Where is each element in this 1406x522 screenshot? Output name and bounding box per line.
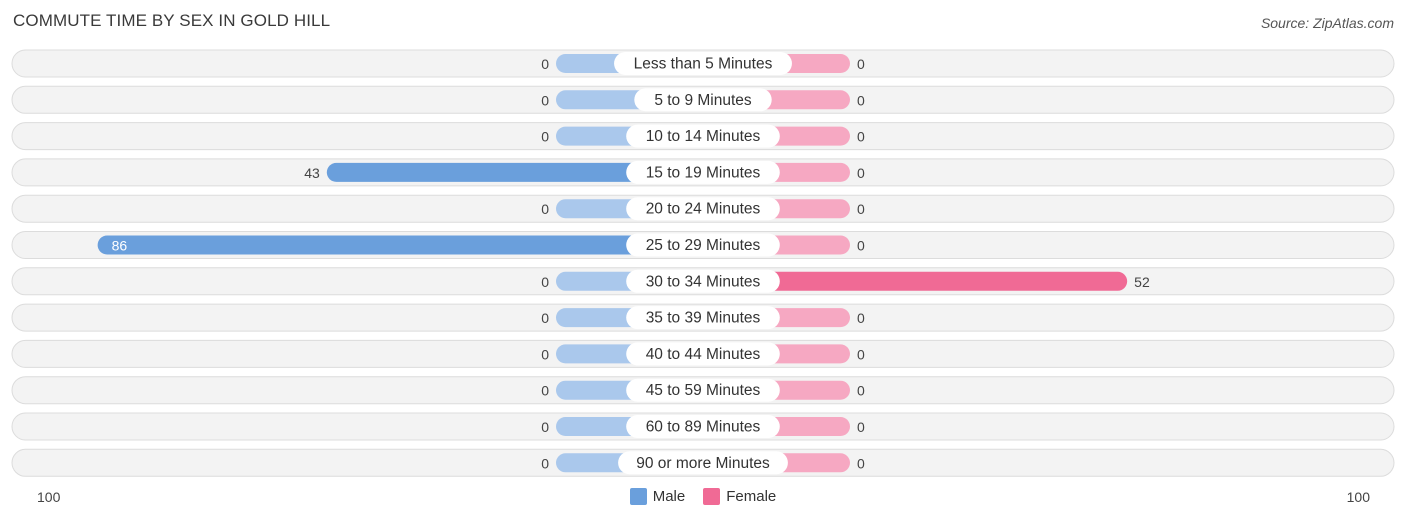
value-label-female: 0: [857, 238, 865, 254]
value-label-male: 0: [541, 455, 549, 471]
value-label-male: 0: [541, 274, 549, 290]
value-label-female: 0: [857, 201, 865, 217]
value-label-female: 0: [857, 129, 865, 145]
value-label-male: 0: [541, 92, 549, 108]
category-label: 20 to 24 Minutes: [646, 201, 761, 218]
legend-label-female: Female: [726, 488, 777, 505]
category-label: 5 to 9 Minutes: [654, 92, 752, 109]
value-label-female: 0: [857, 346, 865, 362]
category-label: Less than 5 Minutes: [634, 56, 773, 73]
value-label-female: 0: [857, 165, 865, 181]
value-label-male: 0: [541, 310, 549, 326]
legend: Male Female: [0, 488, 1406, 505]
value-label-female: 0: [857, 310, 865, 326]
legend-swatch-female: [703, 488, 721, 505]
value-label-male: 0: [541, 56, 549, 72]
legend-swatch-male: [629, 488, 647, 505]
value-label-male: 0: [541, 346, 549, 362]
category-label: 30 to 34 Minutes: [646, 273, 761, 290]
value-label-male: 0: [541, 201, 549, 217]
category-label: 40 to 44 Minutes: [646, 346, 761, 363]
category-label: 60 to 89 Minutes: [646, 419, 761, 436]
value-label-male: 43: [304, 165, 320, 181]
value-label-female: 0: [857, 56, 865, 72]
value-label-female: 52: [1134, 274, 1150, 290]
value-label-male: 0: [541, 129, 549, 145]
value-label-female: 0: [857, 92, 865, 108]
category-label: 45 to 59 Minutes: [646, 382, 761, 399]
value-label-female: 0: [857, 383, 865, 399]
bar-male[interactable]: [97, 235, 704, 255]
value-label-female: 0: [857, 419, 865, 435]
value-label-male: 0: [541, 383, 549, 399]
category-label: 35 to 39 Minutes: [646, 310, 761, 327]
category-label: 90 or more Minutes: [636, 455, 770, 472]
value-label-male: 0: [541, 419, 549, 435]
legend-item-male[interactable]: Male: [629, 488, 686, 505]
value-label-male: 86: [112, 238, 128, 254]
legend-label-male: Male: [652, 488, 686, 505]
category-label: 15 to 19 Minutes: [646, 164, 761, 181]
value-label-female: 0: [857, 455, 865, 471]
category-label: 10 to 14 Minutes: [646, 128, 761, 145]
category-label: 25 to 29 Minutes: [646, 237, 761, 254]
legend-item-female[interactable]: Female: [703, 488, 776, 505]
chart-area: Less than 5 Minutes 0 0 5 to 9 Minutes 0 0 10 …: [11, 49, 1395, 505]
